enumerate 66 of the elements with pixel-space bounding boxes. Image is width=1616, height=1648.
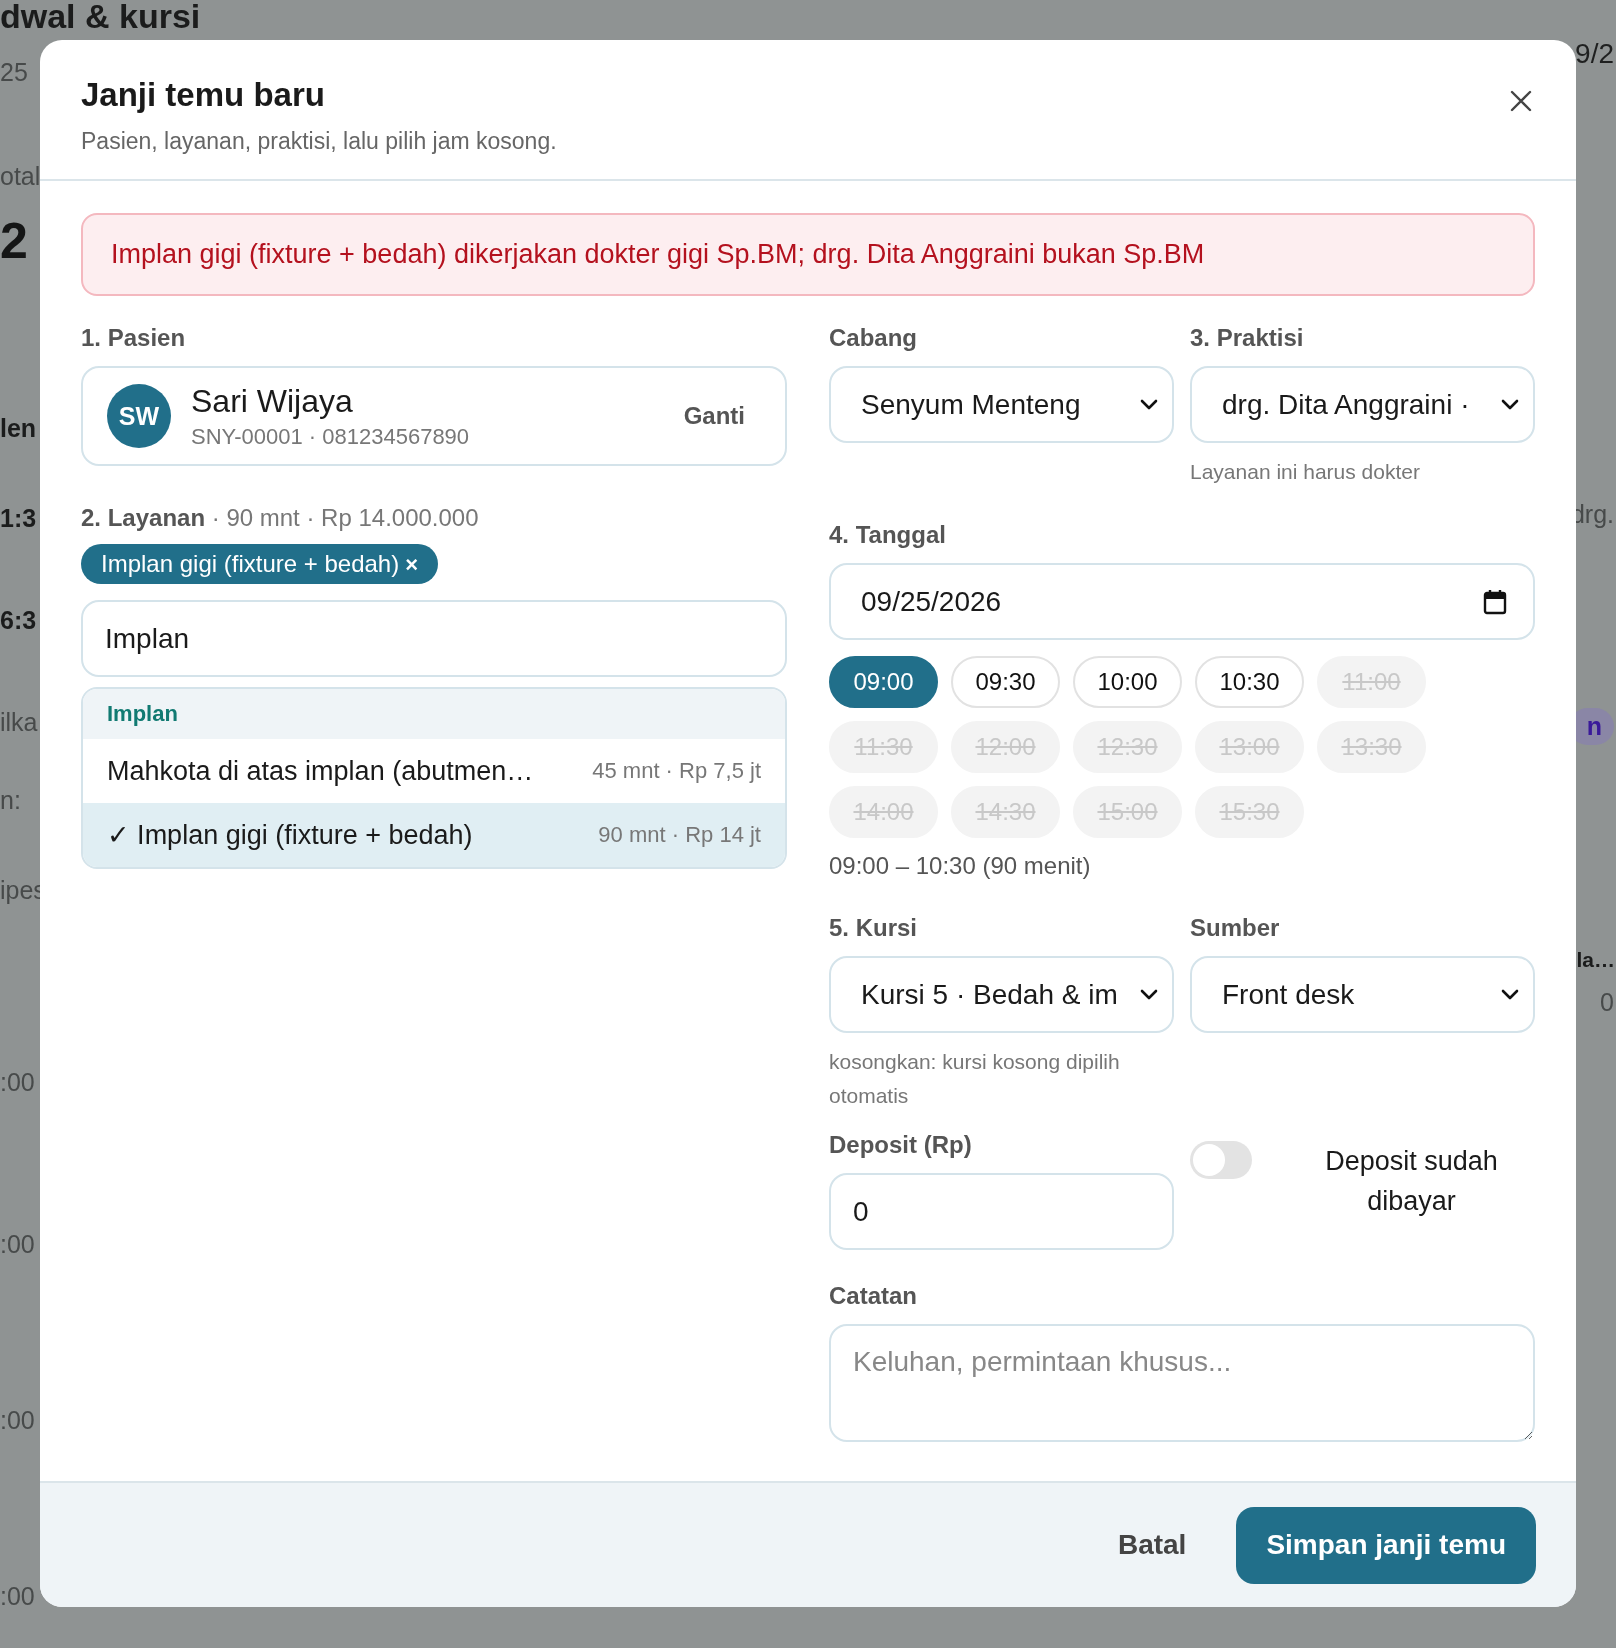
- calendar-icon: [1483, 588, 1507, 615]
- background-text: 9/2: [1575, 38, 1614, 70]
- change-button[interactable]: Ganti: [683, 402, 745, 430]
- avatar: SW: [107, 384, 171, 448]
- result-meta: 45 mnt · Rp 7,5 jt: [592, 758, 761, 784]
- result-name: ✓ Implan gigi (fixture + bedah): [107, 819, 473, 851]
- background-text: la…: [1576, 948, 1615, 972]
- field-label: 1. Pasien: [81, 324, 187, 352]
- service-summary: · 90 mnt · Rp 14.000.000: [210, 504, 479, 531]
- field-label: 2. Layanan: [81, 504, 206, 531]
- field-label: 3. Praktisi: [1190, 324, 1305, 352]
- toggle-switch[interactable]: [1190, 1141, 1252, 1179]
- field-label: Catatan: [829, 1282, 919, 1310]
- background-text: otal: [0, 162, 41, 191]
- background-text: 6:3: [0, 606, 37, 635]
- error-alert: Implan gigi (fixture + bedah) dikerjakan dokter gigi Sp.BM; drg. Dita Anggraini bukan Sp.BM: [81, 213, 1535, 296]
- field-label: 4. Tanggal: [829, 521, 947, 549]
- chip-label: Implan gigi (fixture + bedah): [101, 550, 400, 578]
- cancel-button[interactable]: Batal: [1111, 1528, 1193, 1562]
- toggle-label: Deposit sudah dibayar: [1324, 1145, 1499, 1218]
- time-slot[interactable]: 10:30: [1195, 656, 1304, 708]
- background-text: :00: [0, 1230, 35, 1259]
- close-icon: [1510, 90, 1532, 112]
- field-label: 5. Kursi: [829, 914, 919, 942]
- date-field[interactable]: 09/25/2026: [829, 563, 1535, 640]
- hint-text: kosongkan: kursi kosong dipilih otomatis: [829, 1049, 1121, 1109]
- field-label: Sumber: [1190, 914, 1281, 942]
- time-slot[interactable]: 10:00: [1073, 656, 1182, 708]
- notes-field[interactable]: Keluhan, permintaan khusus...: [829, 1324, 1535, 1442]
- patient-meta: SNY-00001 · 081234567890: [191, 423, 471, 450]
- chevron-down-icon: [1501, 398, 1519, 411]
- chair-select[interactable]: Kursi 5 · Bedah & im: [829, 956, 1174, 1033]
- dialog-title: Janji temu baru: [81, 76, 326, 114]
- background-text: :00: [0, 1406, 35, 1435]
- result-name: Mahkota di atas implan (abutmen…: [107, 755, 534, 787]
- field-label: Cabang: [829, 324, 918, 352]
- remove-button[interactable]: ×: [405, 552, 419, 578]
- result-item[interactable]: ✓ Implan gigi (fixture + bedah) 90 mnt · Rp 14 jt: [83, 803, 785, 867]
- chevron-down-icon: [1140, 988, 1158, 1001]
- background-text: 0: [1600, 988, 1614, 1017]
- time-range: 09:00 – 10:30 (90 menit): [829, 852, 1092, 880]
- dialog-subtitle: Pasien, layanan, praktisi, lalu pilih jam kosong.: [81, 128, 557, 155]
- time-slot[interactable]: 09:00: [829, 656, 938, 708]
- background-text: ilka: [0, 708, 38, 737]
- search-field[interactable]: Implan: [81, 600, 787, 677]
- submit-button[interactable]: Simpan janji temu: [1236, 1506, 1536, 1584]
- background-text: 25: [0, 58, 28, 87]
- time-slot[interactable]: 09:30: [951, 656, 1060, 708]
- group-header: Implan: [83, 689, 785, 739]
- background-text: len: [0, 414, 37, 443]
- background-text: dwal & kursi: [0, 0, 201, 36]
- field-label: Deposit (Rp): [829, 1131, 973, 1159]
- background-text: 2: [0, 212, 28, 270]
- deposit-field[interactable]: 0: [829, 1173, 1174, 1250]
- patient-name: Sari Wijaya: [191, 382, 354, 420]
- result-meta: 90 mnt · Rp 14 jt: [598, 822, 761, 848]
- background-text: n:: [0, 786, 21, 815]
- chevron-down-icon: [1501, 988, 1519, 1001]
- branch-select[interactable]: Senyum Menteng: [829, 366, 1174, 443]
- practitioner-select[interactable]: drg. Dita Anggraini ·: [1190, 366, 1535, 443]
- background-text: :00: [0, 1068, 35, 1097]
- hint-text: Layanan ini harus dokter: [1190, 459, 1421, 485]
- chevron-down-icon: [1140, 398, 1158, 411]
- source-select[interactable]: Front desk: [1190, 956, 1535, 1033]
- background-text: 1:3: [0, 504, 37, 533]
- background-text: :00: [0, 1582, 35, 1611]
